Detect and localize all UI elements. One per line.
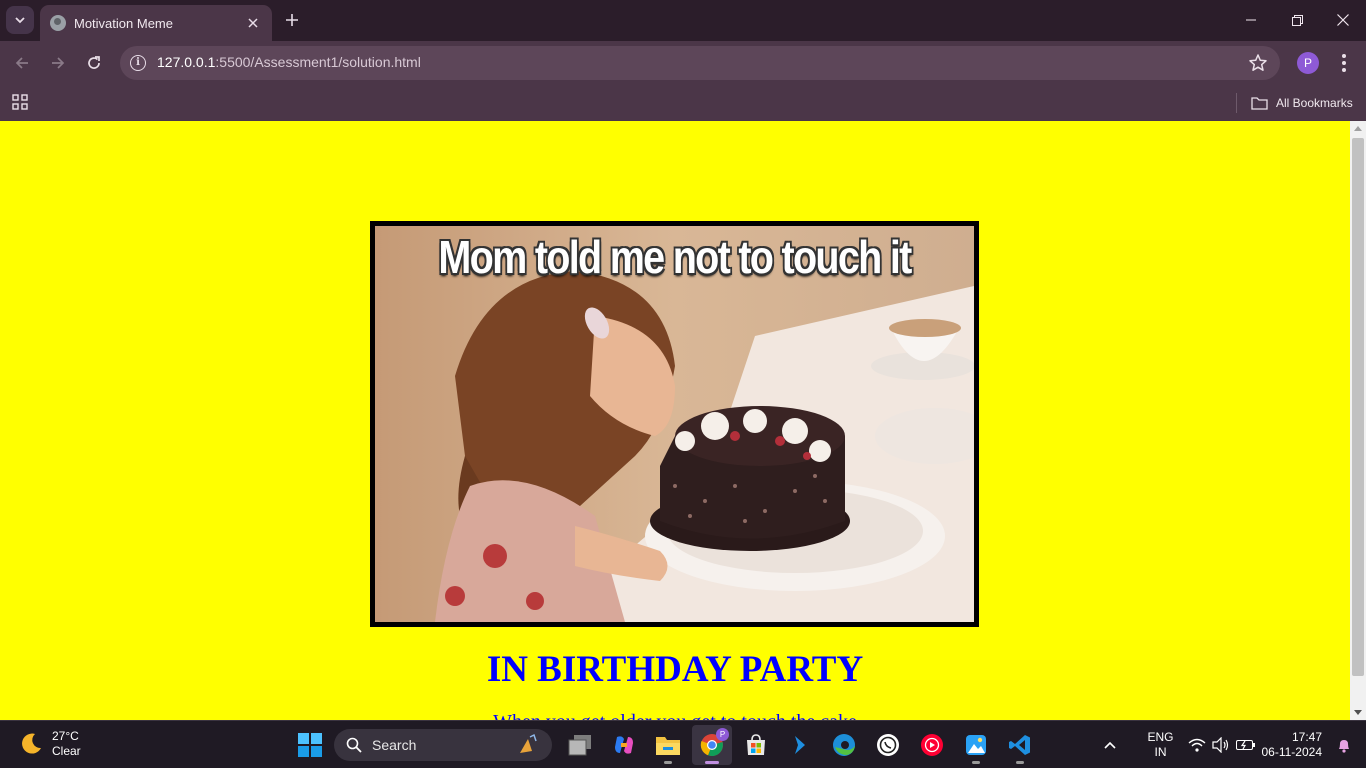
notification-bell-icon[interactable] [1336, 737, 1352, 753]
arrow-right-icon [52, 57, 65, 69]
close-tab-button[interactable] [244, 14, 262, 32]
edge-button[interactable] [824, 725, 864, 765]
address-bar[interactable]: i 127.0.0.1:5500/Assessment1/solution.ht… [120, 46, 1280, 80]
close-icon [248, 18, 258, 28]
page-heading: IN BIRTHDAY PARTY [486, 649, 864, 690]
weather-widget[interactable]: 27°C Clear [18, 729, 81, 759]
more-menu-icon[interactable] [1334, 51, 1354, 75]
system-tray: ENG IN 17:47 06-11-2024 [1103, 721, 1366, 768]
whatsapp-icon [877, 734, 899, 756]
back-button[interactable] [8, 49, 36, 77]
plus-icon [286, 14, 298, 26]
profile-avatar[interactable]: P [1297, 52, 1319, 74]
all-bookmarks-label: All Bookmarks [1276, 96, 1353, 110]
photos-icon [966, 735, 986, 755]
scroll-down-arrow-icon[interactable] [1354, 710, 1362, 715]
tab-strip: Motivation Meme [0, 0, 1366, 41]
browser-toolbar: i 127.0.0.1:5500/Assessment1/solution.ht… [0, 41, 1366, 85]
apps-grid-icon[interactable] [12, 94, 28, 110]
windows-taskbar: 27°C Clear Search P ENG IN 17:47 06-11-2… [0, 720, 1366, 768]
bookmarks-divider [1236, 93, 1237, 113]
minimize-icon [1246, 19, 1256, 21]
meme-photo [375, 226, 974, 622]
youtube-music-button[interactable] [912, 725, 952, 765]
bookmark-star-icon[interactable] [1248, 53, 1268, 73]
taskbar-search[interactable]: Search [334, 729, 552, 761]
new-tab-button[interactable] [280, 8, 304, 32]
moon-icon [22, 733, 41, 754]
running-indicator [1016, 761, 1024, 764]
reload-button[interactable] [80, 49, 108, 77]
taskbar-apps: Search P [290, 725, 1044, 765]
language-secondary: IN [1154, 745, 1167, 759]
chevron-down-icon [15, 17, 25, 24]
minimize-button[interactable] [1228, 0, 1274, 40]
scroll-up-arrow-icon[interactable] [1354, 126, 1362, 131]
photos-button[interactable] [956, 725, 996, 765]
search-highlight-icon [520, 733, 537, 753]
azure-icon [795, 736, 805, 754]
language-indicator[interactable]: ENG IN [1147, 730, 1173, 760]
search-label: Search [372, 737, 417, 753]
active-indicator [705, 761, 719, 764]
language-primary: ENG [1147, 730, 1174, 744]
globe-icon [50, 15, 66, 31]
microsoft-store-button[interactable] [736, 725, 776, 765]
vscode-icon [1009, 735, 1030, 755]
azure-button[interactable] [780, 725, 820, 765]
widgets-icon [568, 735, 591, 756]
clock-date: 06-11-2024 [1261, 745, 1323, 759]
whatsapp-button[interactable] [868, 725, 908, 765]
start-button[interactable] [290, 725, 330, 765]
weather-temperature: 27°C [52, 729, 79, 743]
url-text[interactable]: 127.0.0.1:5500/Assessment1/solution.html [157, 54, 421, 70]
url-host: 127.0.0.1 [157, 54, 216, 70]
volume-icon[interactable] [1211, 737, 1230, 753]
restore-icon [1291, 14, 1303, 26]
arrow-left-icon [15, 57, 28, 69]
edge-icon [833, 734, 855, 756]
copilot-icon [615, 736, 633, 754]
url-path: :5500/Assessment1/solution.html [215, 54, 421, 70]
meme-image: Mom told me not to touch it [370, 221, 979, 627]
profile-badge: P [716, 728, 729, 741]
weather-condition: Clear [52, 744, 81, 758]
close-window-button[interactable] [1320, 0, 1366, 40]
vscode-button[interactable] [1000, 725, 1040, 765]
running-indicator [664, 761, 672, 764]
tab-title: Motivation Meme [74, 15, 173, 31]
file-explorer-button[interactable] [648, 725, 688, 765]
task-view-button[interactable] [560, 725, 600, 765]
tab-active[interactable]: Motivation Meme [40, 5, 272, 41]
chevron-up-icon[interactable] [1103, 738, 1117, 752]
folder-icon [1251, 97, 1268, 110]
site-info-icon[interactable]: i [130, 55, 146, 71]
scroll-thumb[interactable] [1352, 138, 1364, 676]
folder-icon [656, 737, 680, 755]
tab-search-button[interactable] [6, 6, 34, 34]
running-indicator [972, 761, 980, 764]
page-scrollbar[interactable] [1350, 121, 1366, 720]
reload-icon [88, 56, 100, 69]
clock[interactable]: 17:47 06-11-2024 [1262, 730, 1323, 760]
wifi-icon[interactable] [1188, 738, 1206, 752]
copilot-button[interactable] [604, 725, 644, 765]
search-icon [346, 737, 362, 753]
bookmarks-bar: All Bookmarks [0, 85, 1366, 121]
meme-caption: Mom told me not to touch it [438, 231, 912, 283]
clock-time: 17:47 [1291, 730, 1322, 744]
close-icon [1337, 14, 1349, 26]
microsoft-store-icon [747, 734, 765, 755]
page-viewport: Mom told me not to touch it IN BIRTHDAY … [0, 121, 1350, 720]
all-bookmarks-button[interactable]: All Bookmarks [1251, 93, 1353, 113]
chrome-button[interactable]: P [692, 725, 732, 765]
restore-button[interactable] [1274, 0, 1320, 40]
page-text-partial: When you get older you get to touch the … [0, 711, 1350, 720]
youtube-music-icon [921, 734, 943, 756]
battery-icon[interactable] [1235, 739, 1256, 751]
forward-button[interactable] [44, 49, 72, 77]
windows-logo-icon [298, 733, 322, 757]
